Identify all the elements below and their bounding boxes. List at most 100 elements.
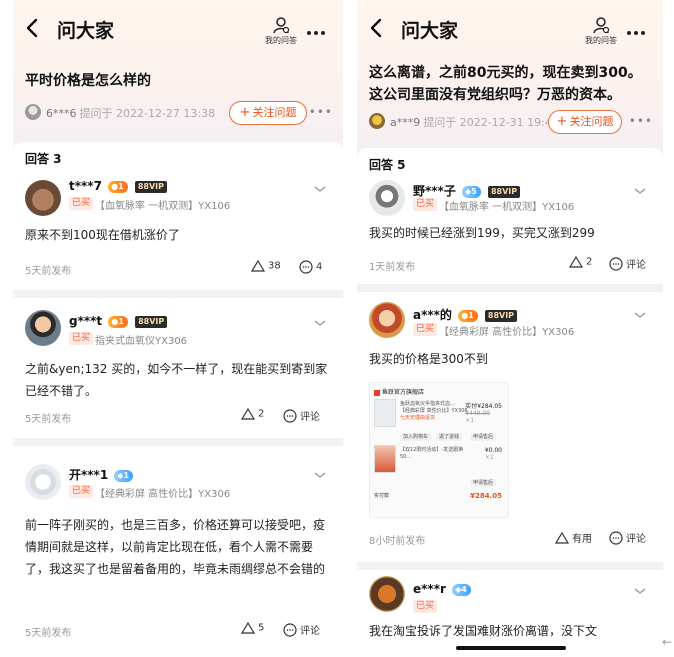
avatar[interactable] bbox=[369, 576, 405, 612]
back-icon[interactable] bbox=[23, 16, 47, 44]
asker-avatar bbox=[25, 104, 41, 120]
avatar[interactable] bbox=[25, 180, 61, 216]
back-arrow-icon[interactable]: ← bbox=[662, 635, 672, 649]
avatar[interactable] bbox=[25, 310, 61, 346]
answers-count: 回答 3 bbox=[25, 152, 62, 166]
useful-button[interactable]: 2 bbox=[568, 255, 592, 268]
answers-section: 回答 5 野***子 ◆5 88VIP 已买 【血氧脉率 一机双测】YX106 … bbox=[357, 148, 663, 657]
avatar[interactable] bbox=[369, 180, 405, 216]
publish-time: 5天前发布 bbox=[25, 414, 72, 425]
back-icon[interactable] bbox=[367, 16, 391, 44]
question-meta: a***9 提问于 2022-12-31 19:43 + 关注问题 ••• bbox=[369, 110, 653, 134]
question-title: 平时价格是怎么样的 bbox=[25, 73, 151, 89]
comment-button[interactable]: 评论 bbox=[283, 622, 320, 637]
vip-badge: 88VIP bbox=[484, 309, 518, 322]
question-meta: 6***6 提问于 2022-12-27 13:38 + 关注问题 ••• bbox=[25, 101, 333, 125]
question-header: 问大家 我的问答 这么离谱，之前80元买的，现在卖到300。这公司里面没有党组织… bbox=[357, 0, 663, 148]
home-indicator bbox=[456, 646, 566, 650]
my-questions-button[interactable]: 我的问答 bbox=[261, 16, 301, 46]
publish-time: 1天前发布 bbox=[369, 262, 416, 273]
answers-section: 回答 3 t***7 ●1 88VIP 已买 【血氧脉率 一机双测】YX106 … bbox=[13, 142, 343, 657]
vip-badge: 88VIP bbox=[135, 315, 168, 328]
useful-button[interactable]: 38 bbox=[250, 259, 281, 272]
sku-text: 指夹式血氧仪YX306 bbox=[95, 336, 188, 347]
my-questions-label: 我的问答 bbox=[585, 36, 617, 45]
triangle-up-icon bbox=[240, 407, 256, 420]
avatar[interactable] bbox=[369, 302, 405, 338]
bought-badge: 已买 bbox=[413, 323, 438, 336]
order-screenshot-image[interactable]: 鱼跃官方旗舰店 鱼跃血氧仪手指夹式血… 【经典彩屏 高性价比】YX306 七天无… bbox=[369, 382, 509, 518]
question-more-icon[interactable]: ••• bbox=[309, 105, 333, 119]
chevron-down-icon[interactable] bbox=[313, 318, 327, 328]
useful-button[interactable]: 有用 bbox=[554, 530, 592, 545]
asked-time: 提问于 2022-12-27 13:38 bbox=[79, 107, 216, 120]
chevron-down-icon[interactable] bbox=[633, 310, 647, 320]
follow-question-button[interactable]: + 关注问题 bbox=[548, 110, 622, 134]
comment-icon bbox=[283, 408, 297, 423]
user-question-icon bbox=[273, 17, 290, 34]
answer-item: g***t ●1 88VIP 已买 指夹式血氧仪YX306 之前&yen;132… bbox=[13, 298, 343, 438]
triangle-up-icon bbox=[554, 531, 570, 544]
plus-icon: + bbox=[556, 114, 568, 129]
bought-badge: 已买 bbox=[413, 600, 438, 613]
product-thumbnail bbox=[374, 399, 396, 427]
more-icon[interactable] bbox=[307, 20, 331, 36]
chevron-down-icon[interactable] bbox=[633, 186, 647, 196]
user-name: a***的 bbox=[413, 308, 452, 322]
asker-avatar bbox=[369, 113, 385, 129]
triangle-up-icon bbox=[250, 259, 266, 272]
vip-badge: 88VIP bbox=[134, 180, 168, 193]
level-badge: ●1 bbox=[108, 180, 128, 193]
more-icon[interactable] bbox=[627, 20, 651, 36]
user-name: e***r bbox=[413, 582, 446, 596]
chevron-down-icon[interactable] bbox=[313, 184, 327, 194]
answer-item: t***7 ●1 88VIP 已买 【血氧脉率 一机双测】YX106 原来不到1… bbox=[13, 170, 343, 290]
divider bbox=[357, 284, 663, 292]
level-badge: ◆1 bbox=[114, 469, 134, 482]
answer-text: 我买的价格是300不到 bbox=[369, 352, 488, 366]
bought-badge: 已买 bbox=[69, 332, 94, 345]
comment-button[interactable]: 4 bbox=[299, 260, 322, 274]
answer-text: 我在淘宝投诉了发国难财涨价离谱，没下文 bbox=[369, 624, 598, 638]
comment-button[interactable]: 评论 bbox=[609, 256, 646, 271]
chevron-down-icon[interactable] bbox=[313, 470, 327, 480]
follow-question-button[interactable]: + 关注问题 bbox=[229, 101, 307, 125]
sku-text: 【血氧脉率 一机双测】YX106 bbox=[95, 201, 231, 212]
user-name: g***t bbox=[69, 314, 103, 328]
bought-badge: 已买 bbox=[69, 197, 94, 210]
divider bbox=[357, 562, 663, 570]
my-questions-button[interactable]: 我的问答 bbox=[581, 16, 621, 46]
comment-button[interactable]: 评论 bbox=[283, 408, 320, 423]
nav-bar: 问大家 我的问答 bbox=[13, 14, 343, 48]
question-more-icon[interactable]: ••• bbox=[629, 114, 653, 128]
useful-button[interactable]: 5 bbox=[240, 621, 264, 634]
my-questions-label: 我的问答 bbox=[265, 36, 297, 45]
vip-badge: 88VIP bbox=[487, 185, 521, 198]
useful-button[interactable]: 2 bbox=[240, 407, 264, 420]
level-badge: ◆5 bbox=[462, 185, 481, 198]
asker-name: 6***6 bbox=[46, 107, 77, 120]
triangle-up-icon bbox=[568, 255, 584, 268]
left-screen: 问大家 我的问答 平时价格是怎么样的 6***6 提问于 2022-12-27 1… bbox=[13, 0, 343, 657]
product-thumbnail bbox=[374, 445, 396, 473]
answer-item: 野***子 ◆5 88VIP 已买 【血氧脉率 一机双测】YX106 我买的时候… bbox=[357, 174, 663, 294]
answer-text: 之前&yen;132 买的，如今不一样了，现在能买到寄到家已经不错了。 bbox=[25, 362, 328, 398]
chevron-down-icon[interactable] bbox=[633, 586, 647, 596]
divider bbox=[13, 438, 343, 446]
answer-text: 原来不到100现在借机涨价了 bbox=[25, 228, 180, 242]
comment-icon bbox=[283, 622, 297, 637]
sku-text: 【经典彩屏 高性价比】YX306 bbox=[95, 489, 231, 500]
user-name: 野***子 bbox=[413, 184, 456, 198]
comment-button[interactable]: 评论 bbox=[609, 530, 646, 545]
question-header: 问大家 我的问答 平时价格是怎么样的 6***6 提问于 2022-12-27 1… bbox=[13, 0, 343, 142]
asked-time: 提问于 2022-12-31 19:43 bbox=[423, 116, 559, 129]
comment-icon bbox=[609, 256, 623, 271]
page-title: 问大家 bbox=[401, 20, 459, 42]
avatar[interactable] bbox=[25, 464, 61, 500]
bought-badge: 已买 bbox=[413, 198, 438, 211]
level-badge: ◆4 bbox=[452, 583, 471, 596]
asker-name: a***9 bbox=[390, 116, 421, 129]
store-icon bbox=[374, 389, 380, 396]
answer-text: 前一阵子刚买的，也是三百多，价格还算可以接受吧，疫情期间就是这样，以前肯定比现在… bbox=[25, 518, 326, 576]
user-name: 开***1 bbox=[69, 468, 109, 482]
